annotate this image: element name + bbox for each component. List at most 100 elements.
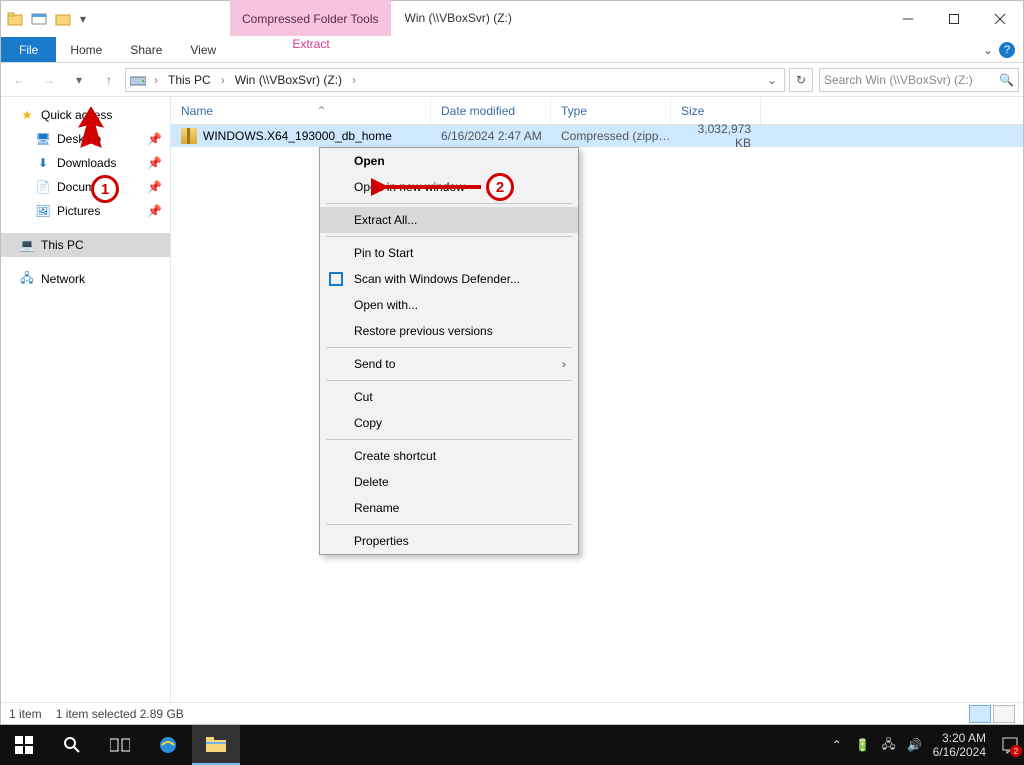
sidebar-item-network[interactable]: 🖧 Network bbox=[1, 267, 170, 291]
ctx-separator bbox=[326, 524, 572, 525]
window-title: Win (\\VBoxSvr) (Z:) bbox=[391, 0, 526, 36]
sidebar-item-downloads[interactable]: ⬇ Downloads 📌 bbox=[1, 151, 170, 175]
window-controls bbox=[885, 1, 1023, 37]
close-button[interactable] bbox=[977, 1, 1023, 37]
file-name: WINDOWS.X64_193000_db_home bbox=[203, 129, 392, 143]
help-icon[interactable]: ? bbox=[999, 42, 1015, 58]
sidebar-label: Network bbox=[41, 272, 85, 286]
ctx-scan-defender[interactable]: Scan with Windows Defender... bbox=[320, 266, 578, 292]
network-tray-icon[interactable]: 🖧 bbox=[881, 737, 897, 753]
column-type[interactable]: Type bbox=[551, 97, 671, 124]
ctx-extract-all[interactable]: Extract All... bbox=[320, 207, 578, 233]
up-button[interactable]: ↑ bbox=[95, 66, 123, 94]
search-button[interactable] bbox=[48, 725, 96, 765]
tab-file[interactable]: File bbox=[1, 37, 56, 62]
ctx-separator bbox=[326, 380, 572, 381]
task-view-button[interactable] bbox=[96, 725, 144, 765]
details-view-button[interactable] bbox=[969, 705, 991, 723]
new-folder-icon[interactable] bbox=[53, 9, 73, 29]
clock-time: 3:20 AM bbox=[942, 731, 986, 745]
ctx-copy[interactable]: Copy bbox=[320, 410, 578, 436]
breadcrumb-location[interactable]: Win (\\VBoxSvr) (Z:) bbox=[233, 73, 344, 87]
col-label: Name bbox=[181, 104, 213, 118]
ctx-pin-to-start[interactable]: Pin to Start bbox=[320, 240, 578, 266]
pin-icon: 📌 bbox=[147, 132, 162, 146]
ctx-rename[interactable]: Rename bbox=[320, 495, 578, 521]
ctx-restore-versions[interactable]: Restore previous versions bbox=[320, 318, 578, 344]
sidebar-label: Desktop bbox=[57, 132, 101, 146]
sidebar-item-documents[interactable]: 📄 Documents 📌 bbox=[1, 175, 170, 199]
action-center-icon[interactable]: 2 bbox=[1000, 735, 1020, 755]
search-placeholder: Search Win (\\VBoxSvr) (Z:) bbox=[824, 73, 973, 87]
file-list[interactable]: WINDOWS.X64_193000_db_home 6/16/2024 2:4… bbox=[171, 125, 1023, 702]
minimize-button[interactable] bbox=[885, 1, 931, 37]
this-pc-icon: 💻 bbox=[19, 237, 35, 253]
ctx-send-to[interactable]: Send to › bbox=[320, 351, 578, 377]
qat-dropdown-icon[interactable]: ▾ bbox=[77, 8, 89, 30]
clock[interactable]: 3:20 AM 6/16/2024 bbox=[933, 731, 990, 760]
address-bar-row: ← → ▾ ↑ › This PC › Win (\\VBoxSvr) (Z:)… bbox=[1, 63, 1023, 97]
properties-icon[interactable] bbox=[29, 9, 49, 29]
ctx-cut[interactable]: Cut bbox=[320, 384, 578, 410]
refresh-button[interactable]: ↻ bbox=[789, 68, 813, 92]
thumbnails-view-button[interactable] bbox=[993, 705, 1015, 723]
tab-extract[interactable]: Extract bbox=[261, 37, 361, 51]
recent-locations-icon[interactable]: ▾ bbox=[65, 66, 93, 94]
column-size[interactable]: Size bbox=[671, 97, 761, 124]
status-item-count: 1 item bbox=[9, 707, 42, 721]
column-date[interactable]: Date modified bbox=[431, 97, 551, 124]
chevron-right-icon[interactable]: › bbox=[219, 73, 227, 87]
address-dropdown-icon[interactable]: ⌄ bbox=[764, 73, 780, 87]
tab-view[interactable]: View bbox=[176, 37, 230, 62]
ctx-label: Send to bbox=[354, 357, 395, 371]
start-button[interactable] bbox=[0, 725, 48, 765]
ctx-label: Scan with Windows Defender... bbox=[354, 272, 520, 286]
tab-home[interactable]: Home bbox=[56, 37, 116, 62]
sidebar-item-this-pc[interactable]: 💻 This PC bbox=[1, 233, 170, 257]
volume-icon[interactable]: 🔊 bbox=[907, 737, 923, 753]
maximize-button[interactable] bbox=[931, 1, 977, 37]
ctx-open-new-window[interactable]: Open in new window bbox=[320, 174, 578, 200]
forward-button[interactable]: → bbox=[35, 66, 63, 94]
back-button[interactable]: ← bbox=[5, 66, 33, 94]
sidebar-item-pictures[interactable]: 🖼 Pictures 📌 bbox=[1, 199, 170, 223]
ctx-properties[interactable]: Properties bbox=[320, 528, 578, 554]
ctx-open-with[interactable]: Open with... bbox=[320, 292, 578, 318]
file-cell-size: 3,032,973 KB bbox=[671, 122, 761, 150]
title-bar: ▾ Compressed Folder Tools Win (\\VBoxSvr… bbox=[1, 1, 1023, 37]
sidebar-item-quick-access[interactable]: ★ Quick access bbox=[1, 103, 170, 127]
explorer-body: ★ Quick access 🖥 Desktop 📌 ⬇ Downloads 📌… bbox=[1, 97, 1023, 702]
compressed-folder-tools-tab-header: Compressed Folder Tools bbox=[230, 0, 391, 36]
ctx-delete[interactable]: Delete bbox=[320, 469, 578, 495]
battery-icon[interactable]: 🔋 bbox=[855, 737, 871, 753]
search-input[interactable]: Search Win (\\VBoxSvr) (Z:) 🔍 bbox=[819, 68, 1019, 92]
expand-ribbon-icon[interactable]: ⌄ bbox=[983, 43, 993, 57]
file-cell-name: WINDOWS.X64_193000_db_home bbox=[171, 128, 431, 144]
file-row[interactable]: WINDOWS.X64_193000_db_home 6/16/2024 2:4… bbox=[171, 125, 1023, 147]
chevron-right-icon: › bbox=[562, 357, 566, 371]
tray-overflow-icon[interactable]: ⌃ bbox=[829, 737, 845, 753]
taskbar-explorer-icon[interactable] bbox=[192, 725, 240, 765]
star-icon: ★ bbox=[19, 107, 35, 123]
taskbar-ie-icon[interactable] bbox=[144, 725, 192, 765]
chevron-right-icon[interactable]: › bbox=[350, 73, 358, 87]
pictures-icon: 🖼 bbox=[35, 203, 51, 219]
pin-icon: 📌 bbox=[147, 156, 162, 170]
breadcrumb-this-pc[interactable]: This PC bbox=[166, 73, 213, 87]
tab-share[interactable]: Share bbox=[116, 37, 176, 62]
ribbon-tabs: File Home Share View Extract ⌄ ? bbox=[1, 37, 1023, 63]
column-name[interactable]: Name ⌃ bbox=[171, 97, 431, 124]
ctx-create-shortcut[interactable]: Create shortcut bbox=[320, 443, 578, 469]
address-bar[interactable]: › This PC › Win (\\VBoxSvr) (Z:) › ⌄ bbox=[125, 68, 785, 92]
context-menu: Open Open in new window Extract All... P… bbox=[319, 147, 579, 555]
chevron-right-icon[interactable]: › bbox=[152, 73, 160, 87]
navigation-pane: ★ Quick access 🖥 Desktop 📌 ⬇ Downloads 📌… bbox=[1, 97, 171, 702]
sort-indicator-icon: ⌃ bbox=[316, 104, 326, 118]
ctx-open[interactable]: Open bbox=[320, 148, 578, 174]
clock-date: 6/16/2024 bbox=[933, 745, 986, 759]
sidebar-item-desktop[interactable]: 🖥 Desktop 📌 bbox=[1, 127, 170, 151]
sidebar-label: Pictures bbox=[57, 204, 100, 218]
network-icon: 🖧 bbox=[19, 271, 35, 287]
notification-count: 2 bbox=[1010, 745, 1022, 757]
content-pane: Name ⌃ Date modified Type Size WINDOWS.X6… bbox=[171, 97, 1023, 702]
